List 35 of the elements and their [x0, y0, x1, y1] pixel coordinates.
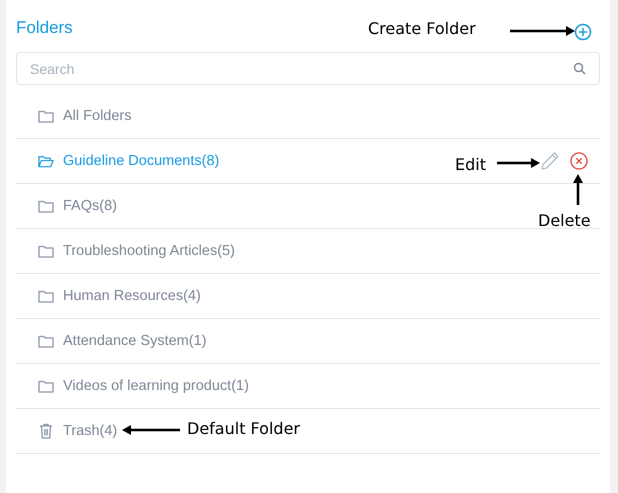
- folder-label: FAQs(8): [63, 198, 117, 214]
- folder-icon: [38, 244, 54, 258]
- folder-item[interactable]: Videos of learning product(1): [16, 364, 600, 409]
- folder-icon: [38, 290, 54, 302]
- folder-icon: [38, 334, 54, 348]
- folder-label: Guideline Documents(8): [63, 153, 220, 169]
- folder-item[interactable]: Troubleshooting Articles(5): [16, 229, 600, 274]
- folder-item[interactable]: Attendance System(1): [16, 319, 600, 364]
- folder-item[interactable]: Human Resources(4): [16, 274, 600, 319]
- folder-icon: [38, 110, 54, 122]
- folder-label: Human Resources(4): [63, 288, 201, 304]
- annotation-label: Delete: [538, 211, 591, 230]
- folder-icon: [38, 380, 54, 392]
- folder-label: Videos of learning product(1): [63, 378, 249, 394]
- annotation-arrow: [573, 174, 583, 205]
- annotation-label: Create Folder: [368, 19, 476, 38]
- annotation-arrow: [510, 26, 575, 36]
- annotation-arrow: [122, 425, 180, 435]
- open-folder-icon: [38, 154, 54, 168]
- folder-icon: [38, 200, 54, 212]
- annotation-arrow: [497, 158, 540, 168]
- folder-label: All Folders: [63, 108, 132, 124]
- annotation-label: Default Folder: [187, 419, 300, 438]
- search-field[interactable]: Search: [16, 52, 600, 85]
- trash-icon: [38, 423, 54, 439]
- panel-title: Folders: [16, 17, 73, 38]
- folder-item[interactable]: All Folders: [16, 94, 600, 139]
- folder-label: Trash(4): [63, 423, 118, 439]
- add-icon[interactable]: [574, 23, 592, 41]
- annotation-label: Edit: [455, 155, 486, 174]
- folder-label: Attendance System(1): [63, 333, 206, 349]
- folder-label: Troubleshooting Articles(5): [63, 243, 235, 259]
- search-icon[interactable]: [573, 62, 586, 75]
- delete-icon[interactable]: [570, 152, 588, 170]
- pencil-icon[interactable]: [540, 151, 560, 171]
